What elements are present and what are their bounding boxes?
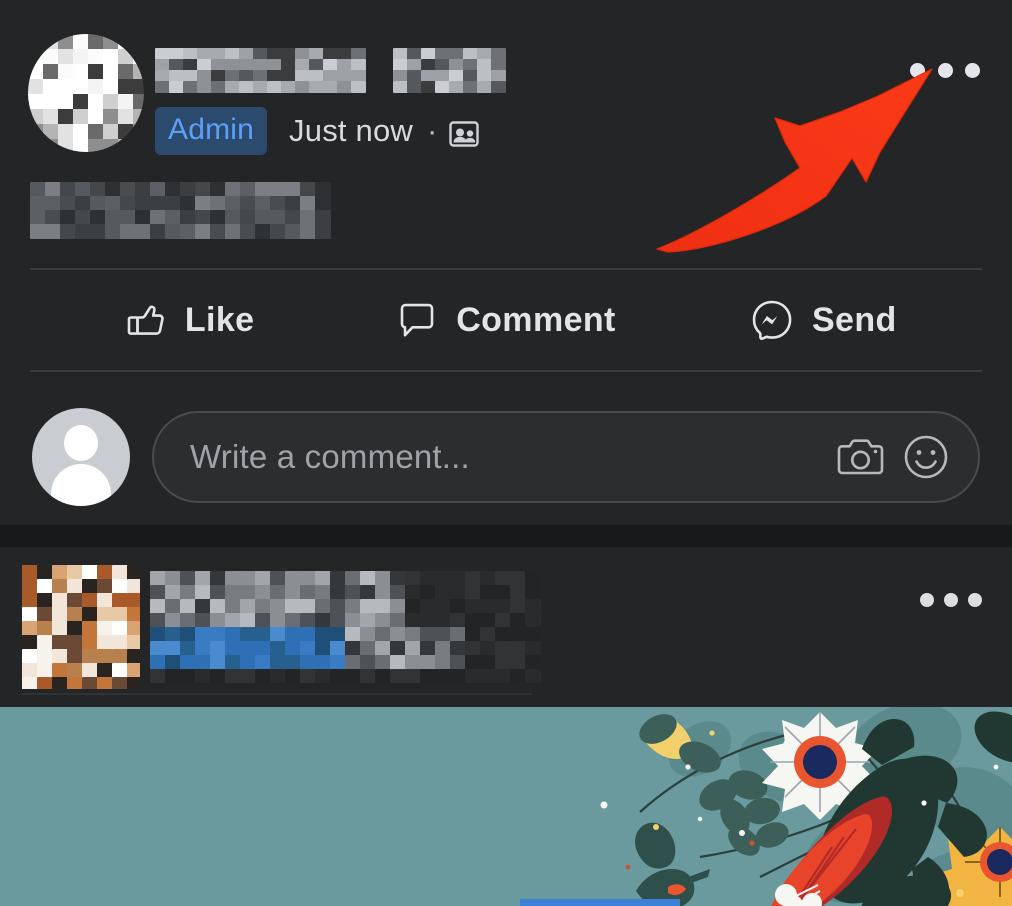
post-header: Admin Just now · xyxy=(0,6,1012,166)
messenger-icon xyxy=(750,298,794,342)
post-timestamp[interactable]: Just now xyxy=(289,113,413,149)
avatar-body xyxy=(51,464,111,506)
comment-composer: Write a comment... xyxy=(0,384,1012,530)
dot xyxy=(920,593,934,607)
group-members-icon[interactable] xyxy=(449,121,480,147)
post-body-redacted xyxy=(30,182,331,239)
cover-photo[interactable] xyxy=(0,707,1012,906)
status-badge-admin: Admin xyxy=(155,107,268,155)
smiley-face-icon[interactable] xyxy=(902,433,950,481)
dot xyxy=(937,62,953,78)
comment-label: Comment xyxy=(456,300,616,339)
thumbs-up-icon xyxy=(123,298,167,342)
three-dots-icon[interactable] xyxy=(910,54,980,86)
three-dots-icon[interactable] xyxy=(920,590,982,610)
floral-illustration xyxy=(0,707,1012,906)
avatar[interactable] xyxy=(28,34,144,152)
author-name-redacted[interactable] xyxy=(155,48,775,94)
avatar[interactable] xyxy=(22,565,140,689)
send-label: Send xyxy=(811,300,897,339)
avatar-head xyxy=(64,425,98,461)
post-action-bar: Like Comment Send xyxy=(30,272,982,368)
author-name-redacted[interactable] xyxy=(150,571,550,683)
dot xyxy=(910,62,925,78)
divider xyxy=(22,693,532,695)
camera-icon[interactable] xyxy=(836,435,886,479)
post-meta-row: Admin Just now · xyxy=(155,107,480,155)
like-label: Like xyxy=(184,300,255,339)
send-button[interactable]: Send xyxy=(665,272,982,368)
comment-placeholder: Write a comment... xyxy=(190,438,470,475)
feed-gap-divider xyxy=(0,525,1012,547)
screenshot-root: Admin Just now · Like Comment Send Write… xyxy=(0,0,1012,906)
divider-above-actions xyxy=(30,268,982,270)
like-button[interactable]: Like xyxy=(30,272,347,368)
comment-input[interactable]: Write a comment... xyxy=(152,411,980,503)
dot xyxy=(944,593,958,607)
divider-below-actions xyxy=(30,370,982,372)
post-card-primary: Admin Just now · Like Comment Send Write… xyxy=(0,6,1012,525)
default-person-avatar xyxy=(32,408,130,506)
comment-button[interactable]: Comment xyxy=(347,272,664,368)
comment-bubble-icon xyxy=(396,299,438,341)
post-card-secondary xyxy=(0,547,1012,705)
dot xyxy=(965,62,980,78)
meta-separator: · xyxy=(426,113,438,148)
bottom-progress-bar xyxy=(520,899,680,906)
dot xyxy=(968,593,982,607)
